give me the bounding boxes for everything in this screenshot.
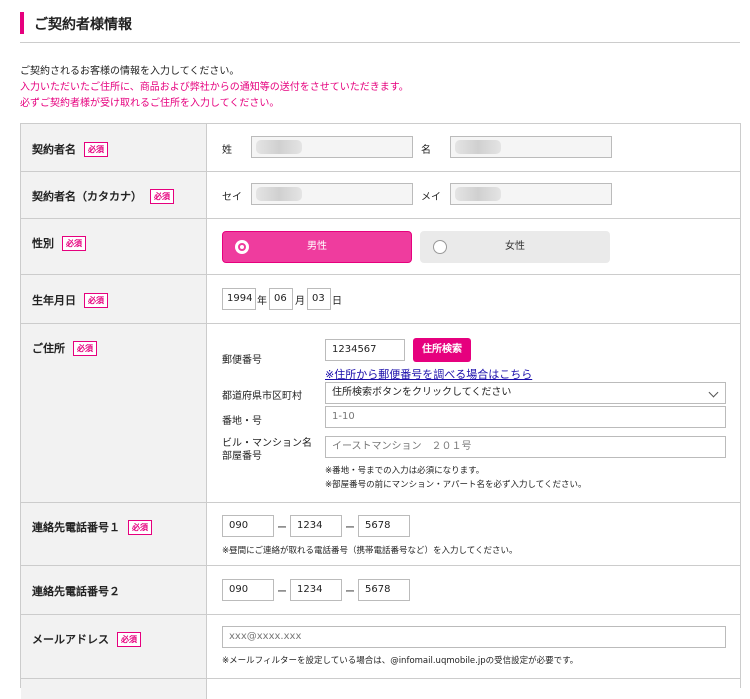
last-name-input[interactable] [251,136,413,158]
postal-code-input[interactable]: 1234567 [325,339,405,361]
address-note-2: ※部屋番号の前にマンション・アパート名を必ず入力してください。 [325,480,587,490]
label-cell: 契約者名 必須 [21,124,207,171]
redacted-value [455,140,501,154]
first-name-kana-label: メイ [421,192,441,203]
phone2-part2-input[interactable]: 1234 [290,579,342,601]
phone2-part3-input[interactable]: 5678 [358,579,410,601]
row-label: 連絡先電話番号１ 必須 [32,519,152,535]
phone1-separator: ー [277,523,287,534]
row-label: ご住所 必須 [32,340,97,356]
phone2-separator: ー [277,587,287,598]
prefecture-select[interactable]: 住所検索ボタンをクリックしてください [325,382,726,404]
required-badge: 必須 [73,341,97,356]
contract-form: 契約者名 必須 姓 名 契約者名（カタカナ） 必須 セイ メイ 性別 必須 男性 女性 [20,123,741,699]
first-name-label: 名 [421,145,431,156]
building-label-2: 部屋番号 [222,451,262,462]
email-label: メールアドレス [32,633,109,646]
first-name-kana-input[interactable] [450,183,612,205]
label-cell: 連絡先電話番号１ 必須 [21,503,207,565]
birth-year-input[interactable]: 1994 [222,288,256,310]
redacted-value [256,140,302,154]
row-next-partial [21,679,740,699]
required-badge: 必須 [128,520,152,535]
gender-male-label: 男性 [307,241,327,252]
banchi-label: 番地・号 [222,416,262,427]
row-label: 連絡先電話番号２ [32,585,120,598]
gender-male-button[interactable]: 男性 [222,231,412,263]
intro-line-3: 必ずご契約者様が受け取れるご住所を入力してください。 [20,98,280,109]
postal-label: 郵便番号 [222,355,262,366]
label-cell: 契約者名（カタカナ） 必須 [21,172,207,218]
row-label: 生年月日 必須 [32,292,108,308]
phone1-note: ※昼間にご連絡が取れる電話番号（携帯電話番号など）を入力してください。 [222,546,518,556]
label-cell: メールアドレス 必須 [21,615,207,678]
row-label: メールアドレス 必須 [32,631,141,647]
label-cell [21,679,207,699]
kana-label: 契約者名（カタカナ） [32,190,142,203]
redacted-value [455,187,501,201]
last-name-kana-input[interactable] [251,183,413,205]
radio-unselected-icon [433,240,447,254]
intro-text: ご契約されるお客様の情報を入力してください。 入力いただいたご住所に、商品および… [20,64,409,112]
redacted-value [256,187,302,201]
birth-label: 生年月日 [32,294,76,307]
chevron-down-icon [708,387,719,398]
row-address: ご住所 必須 郵便番号 1234567 住所検索 ※住所から郵便番号を調べる場合は… [21,324,740,503]
required-badge: 必須 [84,142,108,157]
row-label: 契約者名 必須 [32,141,108,157]
phone2-part1-input[interactable]: 090 [222,579,274,601]
building-input[interactable]: イーストマンション ２０１号 [325,436,726,458]
gender-female-label: 女性 [505,241,525,252]
row-phone-2: 連絡先電話番号２ 090 ー 1234 ー 5678 [21,566,740,615]
email-input[interactable]: xxx@xxxx.xxx [222,626,726,648]
row-kana: 契約者名（カタカナ） 必須 セイ メイ [21,172,740,219]
first-name-input[interactable] [450,136,612,158]
prefecture-label: 都道府県市区町村 [222,391,302,402]
phone1-part3-input[interactable]: 5678 [358,515,410,537]
last-name-label: 姓 [222,145,232,156]
gender-label: 性別 [32,237,54,250]
intro-line-2: 入力いただいたご住所に、商品および弊社からの通知等の送付をさせていただきます。 [20,82,409,93]
banchi-input[interactable]: 1-10 [325,406,726,428]
phone1-part1-input[interactable]: 090 [222,515,274,537]
month-unit: 月 [295,296,305,307]
label-cell: 性別 必須 [21,219,207,274]
required-badge: 必須 [84,293,108,308]
row-label: 性別 必須 [32,235,86,251]
radio-selected-icon [235,240,249,254]
address-note-1: ※番地・号までの入力は必須になります。 [325,466,485,476]
label-cell: 生年月日 必須 [21,275,207,323]
last-name-kana-label: セイ [222,192,242,203]
birth-day-input[interactable]: 03 [307,288,331,310]
phone1-label: 連絡先電話番号１ [32,521,120,534]
required-badge: 必須 [62,236,86,251]
row-name: 契約者名 必須 姓 名 [21,124,740,172]
required-badge: 必須 [150,189,174,204]
row-label: 契約者名（カタカナ） 必須 [32,188,174,204]
label-cell: ご住所 必須 [21,324,207,502]
prefecture-select-value: 住所検索ボタンをクリックしてください [332,387,512,398]
section-header: ご契約者様情報 [20,10,740,43]
phone1-part2-input[interactable]: 1234 [290,515,342,537]
day-unit: 日 [332,296,342,307]
name-label: 契約者名 [32,143,76,156]
required-badge: 必須 [117,632,141,647]
postal-lookup-link[interactable]: ※住所から郵便番号を調べる場合はこちら [325,366,532,382]
address-label: ご住所 [32,342,65,355]
gender-female-button[interactable]: 女性 [420,231,610,263]
address-search-button[interactable]: 住所検索 [413,338,471,362]
intro-line-1: ご契約されるお客様の情報を入力してください。 [20,66,240,77]
birth-month-input[interactable]: 06 [269,288,293,310]
year-unit: 年 [257,296,267,307]
email-note: ※メールフィルターを設定している場合は、@infomail.uqmobile.j… [222,656,579,666]
row-birthdate: 生年月日 必須 1994 年 06 月 03 日 [21,275,740,324]
section-accent-bar [20,12,24,34]
row-email: メールアドレス 必須 xxx@xxxx.xxx ※メールフィルターを設定している場… [21,615,740,679]
label-cell: 連絡先電話番号２ [21,566,207,614]
row-gender: 性別 必須 男性 女性 [21,219,740,275]
section-title: ご契約者様情報 [34,17,132,33]
phone1-separator: ー [345,523,355,534]
phone2-separator: ー [345,587,355,598]
row-phone-1: 連絡先電話番号１ 必須 090 ー 1234 ー 5678 ※昼間にご連絡が取れる… [21,503,740,566]
